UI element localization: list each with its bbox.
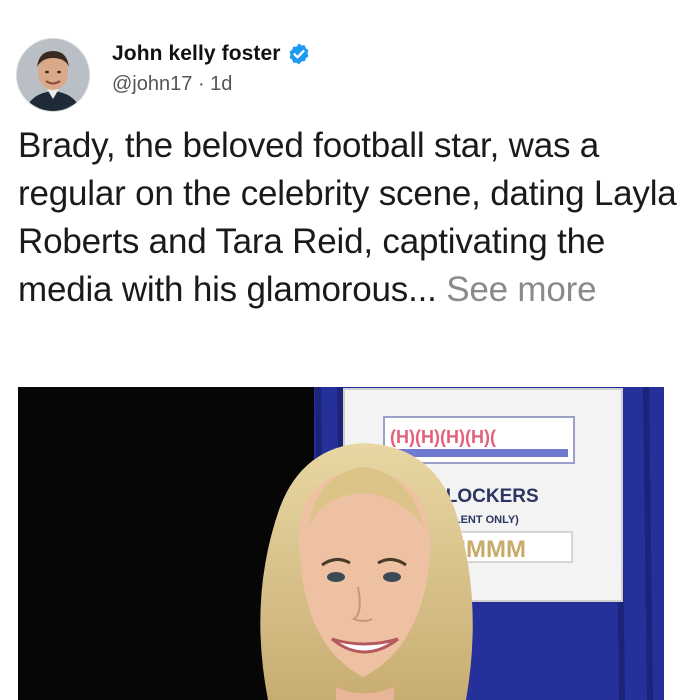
author-block: John kelly foster @john17 · 1d xyxy=(112,38,311,98)
verified-badge-icon xyxy=(287,42,311,66)
svg-text:(H)(H)(H)(H)(: (H)(H)(H)(H)( xyxy=(390,427,496,447)
display-name[interactable]: John kelly foster xyxy=(112,42,281,66)
tweet-media[interactable]: (H)(H)(H)(H)( I'S LOCKERS TALENT ONLY) M… xyxy=(18,387,664,700)
tweet-meta: @john17 · 1d xyxy=(112,70,311,98)
timestamp[interactable]: 1d xyxy=(210,73,232,95)
tweet-text: Brady, the beloved football star, was a … xyxy=(18,122,682,314)
avatar-image xyxy=(17,39,89,111)
handle[interactable]: @john17 xyxy=(112,73,192,95)
tweet-header: John kelly foster @john17 · 1d xyxy=(16,38,684,114)
media-photo: (H)(H)(H)(H)( I'S LOCKERS TALENT ONLY) M… xyxy=(18,387,664,700)
avatar[interactable] xyxy=(16,38,90,112)
see-more-link[interactable]: See more xyxy=(446,270,596,309)
meta-separator: · xyxy=(197,73,205,95)
